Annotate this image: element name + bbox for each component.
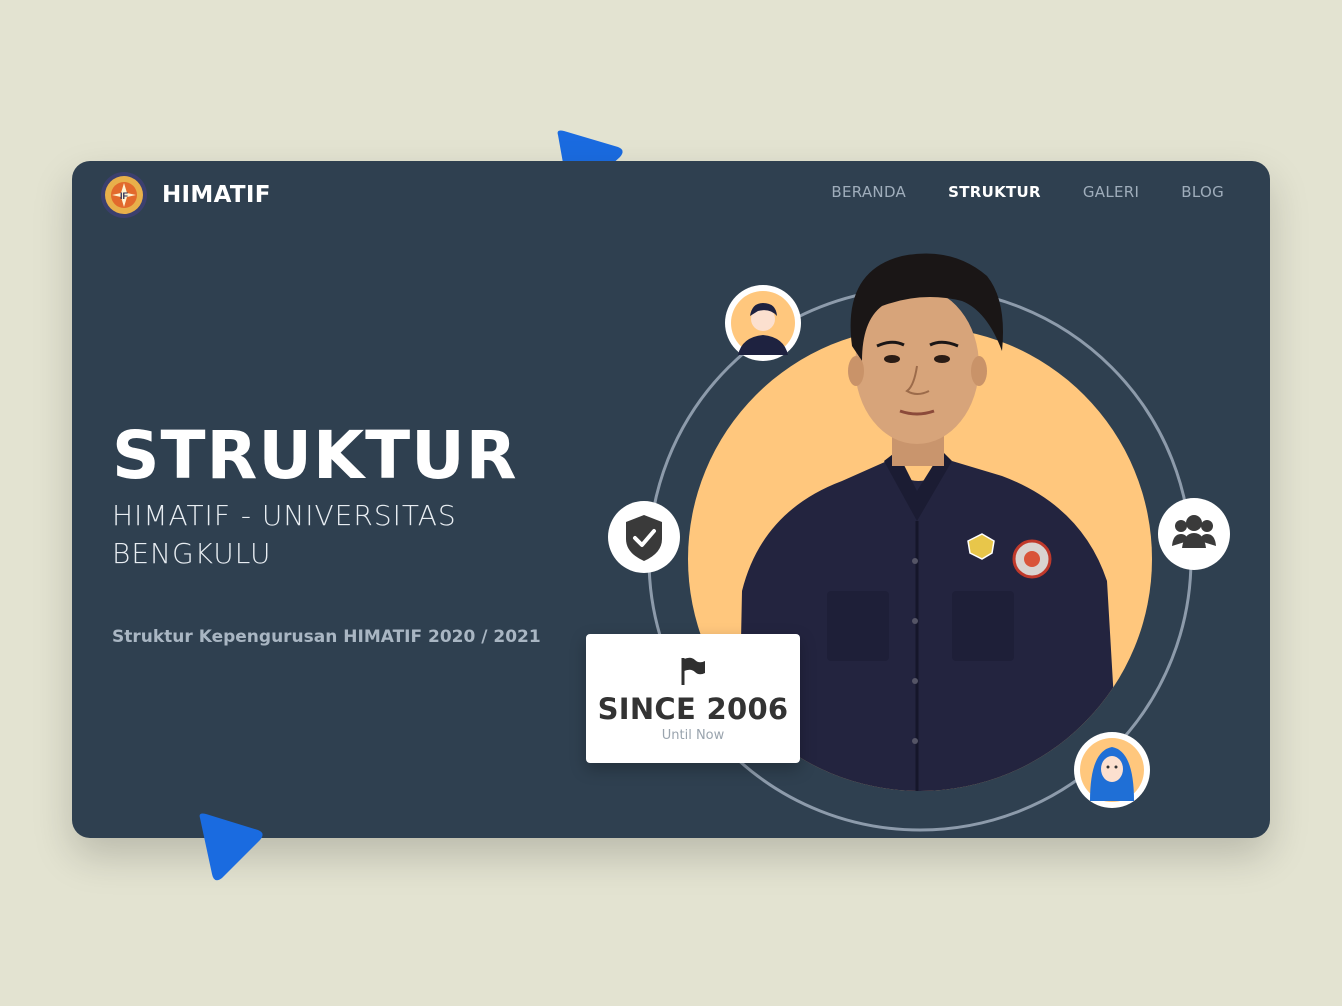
female-avatar-icon (1074, 732, 1150, 808)
since-badge-card: SINCE 2006 Until Now (586, 634, 800, 763)
users-group-icon (1158, 498, 1230, 570)
flag-icon (681, 657, 705, 685)
hero-card: IF HIMATIF BERANDA STRUKTUR GALERI BLOG … (72, 161, 1270, 838)
decorative-triangle-bottom (199, 813, 263, 881)
since-subtitle: Until Now (661, 728, 725, 743)
since-title: SINCE 2006 (597, 692, 789, 726)
male-avatar-icon (725, 285, 801, 361)
shield-check-icon (608, 501, 680, 573)
